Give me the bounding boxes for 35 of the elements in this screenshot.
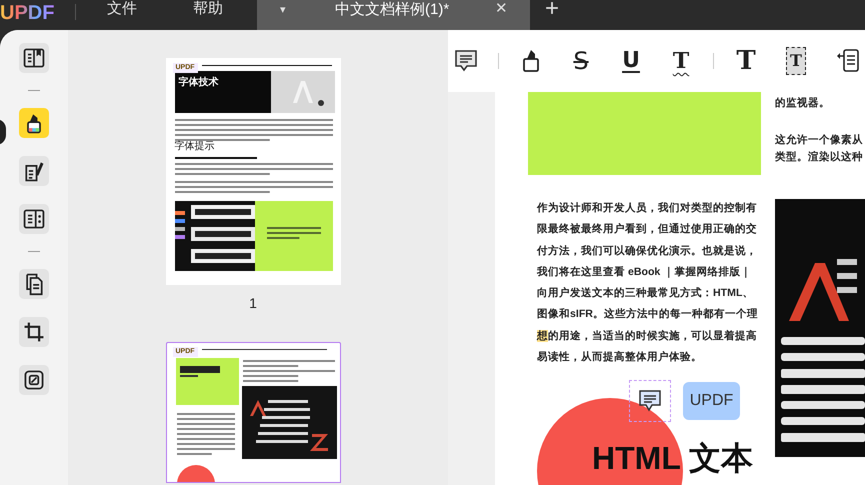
form-tool-button[interactable] (19, 204, 49, 234)
highlighter-tool-button[interactable] (19, 108, 49, 138)
section-heading: HTML 文本 (592, 440, 754, 476)
body-paragraph: 作为设计师和开发人员，我们对类型的控制有 限最终被最终用户看到，但通过使用正确的交 付方法，我们可以确保优化演示。也就是说， 我们将在这里查看 eBook ｜掌握网络排版｜ 向用户发送文本的三种最常见方式：HTML、 图像和sIFR。这些方法中的每一种都有一个理 想的用途，当适当的时候实施，可以显着提高 易读性，从而提高整体用户体验。 (537, 201, 759, 366)
reader-tool-button[interactable] (19, 43, 49, 73)
page-number: 1 (249, 294, 257, 312)
comment-note[interactable] (629, 380, 671, 422)
menu-item[interactable]: 帮助 (193, 0, 223, 18)
squiggly-tool[interactable]: T (663, 43, 699, 79)
body-text-line: 的监视器。 (775, 96, 831, 111)
crop-tool-button[interactable] (19, 317, 49, 347)
heading-block (176, 358, 238, 405)
thumbnail-subheading: 字体提示 (174, 141, 214, 153)
edit-tool-button[interactable] (19, 156, 49, 186)
close-icon[interactable]: ✕ (495, 0, 508, 18)
book-icon (22, 46, 46, 70)
textbox-tool[interactable]: T (778, 43, 814, 79)
document-tab[interactable]: ▾ 中文文档样例(1)* ✕ (257, 0, 530, 30)
layers-tool-button[interactable] (19, 365, 49, 395)
crop-icon (22, 320, 46, 344)
body-text-line: 这允许一个像素从 (775, 132, 864, 148)
tab-title: 中文文档样例(1)* (335, 1, 450, 19)
thumbnail-heading: 字体技术 (178, 77, 218, 89)
underline-tool[interactable]: U (613, 43, 649, 79)
strikethrough-tool[interactable]: S (563, 43, 599, 79)
new-tab-button[interactable]: + (545, 0, 560, 22)
frame-icon (22, 368, 46, 392)
text-lines-drawing (176, 413, 234, 455)
dropdown-icon[interactable]: ▾ (280, 2, 286, 18)
pages-tool-button[interactable] (19, 269, 49, 299)
form-icon (22, 207, 46, 231)
text-tool[interactable]: T (728, 43, 764, 79)
updf-badge: UPDF (683, 382, 740, 420)
body-text-line: 类型。渲染以这种 (775, 150, 864, 165)
menu-item[interactable]: 文件 (107, 0, 137, 18)
